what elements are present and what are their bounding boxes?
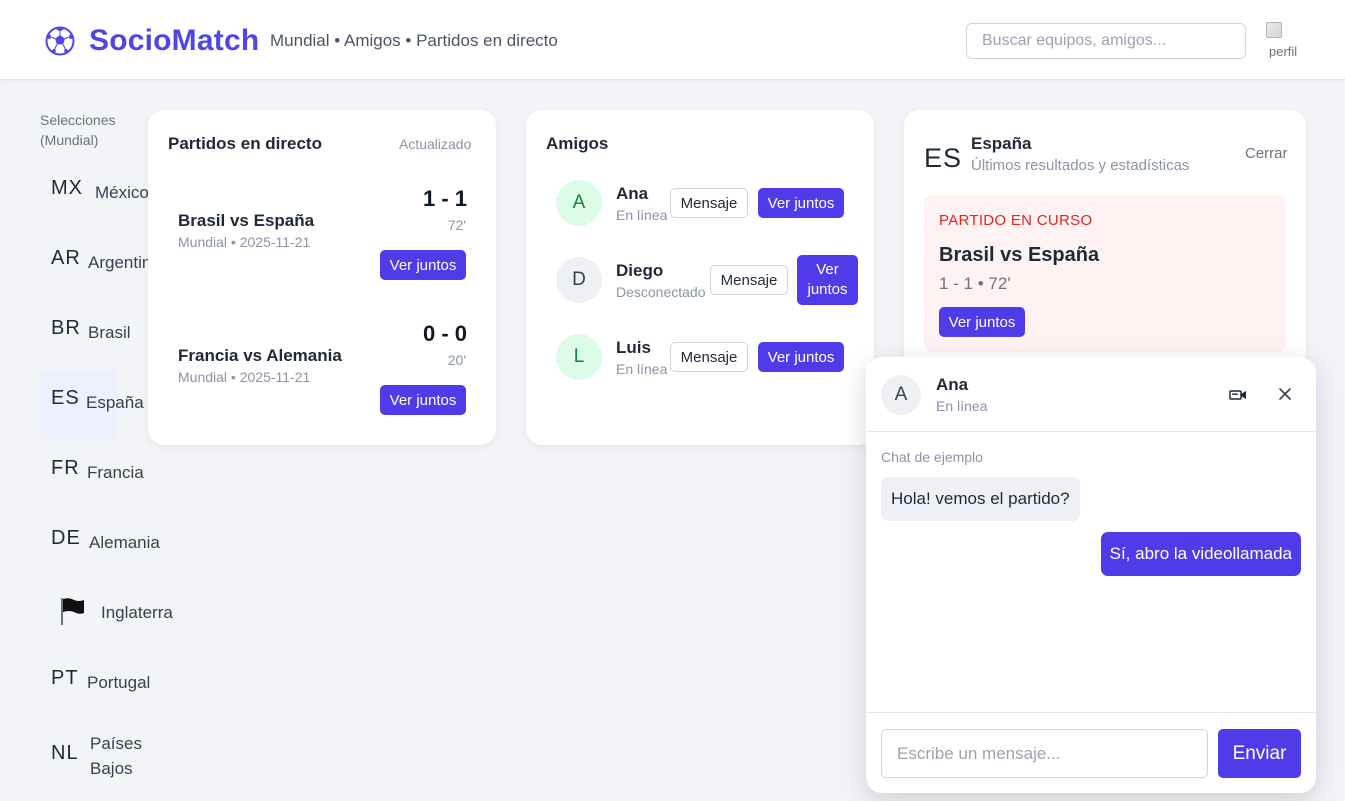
watch-together-button[interactable]: Ver juntos (380, 250, 466, 280)
country-name: España (971, 134, 1032, 153)
match-meta: Mundial • 2025-11-21 (178, 234, 311, 250)
live-matches-title: Partidos en directo (168, 134, 322, 153)
updated-label: Actualizado (399, 136, 472, 152)
video-call-icon[interactable] (1229, 388, 1247, 402)
message-button[interactable]: Mensaje (670, 342, 748, 372)
friend-name[interactable]: Ana (616, 184, 648, 204)
team-name: Portugal (87, 673, 151, 692)
friends-title: Amigos (546, 134, 609, 153)
match-minute: 20' (447, 352, 466, 368)
broken-image-icon (1266, 22, 1282, 38)
team-name: España (86, 393, 144, 412)
black-flag-icon (61, 598, 84, 625)
chat-window: A Ana En línea Chat de ejemplo Hola! vem… (866, 357, 1316, 793)
chat-header: A Ana En línea (866, 357, 1316, 432)
country-subtitle: Últimos resultados y estadísticas (971, 157, 1190, 174)
search-input[interactable] (966, 23, 1246, 59)
watch-together-button[interactable]: Ver juntos (758, 188, 844, 218)
match-teams: Francia vs Alemania (178, 346, 342, 365)
message-bubble-outgoing: Sí, abro la videollamada (1100, 532, 1301, 576)
send-button[interactable]: Enviar (1218, 729, 1301, 778)
match-meta: Mundial • 2025-11-21 (178, 369, 311, 385)
friend-name[interactable]: Luis (616, 338, 651, 358)
watch-together-button[interactable]: Ver juntos (380, 385, 466, 415)
sidebar-title: Selecciones (Mundial) (40, 112, 116, 148)
team-code: PT (51, 667, 79, 689)
team-code: MX (51, 177, 83, 199)
live-matches-card: Partidos en directo Actualizado Brasil v… (148, 110, 496, 445)
sidebar-item-alemania[interactable]: DE Alemania (40, 510, 170, 580)
team-code: DE (51, 527, 81, 549)
team-name: México (95, 183, 149, 202)
message-bubble-incoming: Hola! vemos el partido? (881, 477, 1080, 521)
close-country-button[interactable]: Cerrar (1245, 145, 1288, 162)
team-code: ES (51, 387, 80, 409)
live-match-box: PARTIDO EN CURSO Brasil vs España 1 - 1 … (924, 195, 1286, 352)
sidebar-item-francia[interactable]: FR Francia (40, 440, 170, 510)
chat-contact-name: Ana (936, 375, 969, 394)
message-input[interactable] (881, 729, 1208, 778)
live-label: PARTIDO EN CURSO (939, 212, 1093, 229)
team-name: Brasil (88, 323, 131, 342)
live-match-score: 1 - 1 • 72' (939, 274, 1011, 293)
team-name: Francia (87, 463, 144, 482)
sidebar-item-inglaterra[interactable]: Inglaterra (40, 580, 173, 650)
friend-status: En línea (616, 361, 668, 377)
profile-avatar[interactable]: perfil (1266, 22, 1304, 58)
profile-avatar-alt: perfil (1269, 44, 1298, 58)
message-button[interactable]: Mensaje (710, 265, 788, 295)
sidebar-item-portugal[interactable]: PT Portugal (40, 650, 170, 720)
friend-avatar: L (556, 334, 602, 380)
friend-avatar: A (556, 180, 602, 226)
chat-contact-status: En línea (936, 398, 988, 414)
soccer-ball-icon (45, 26, 75, 56)
friend-status: En línea (616, 207, 668, 223)
team-code: FR (51, 457, 80, 479)
match-score: 0 - 0 (422, 321, 467, 346)
watch-together-button[interactable]: Ver juntos (758, 342, 844, 372)
chat-avatar: A (881, 375, 921, 415)
team-name: Países Bajos (90, 734, 142, 778)
team-code: AR (51, 247, 81, 269)
friends-card: Amigos A Ana En línea Mensaje Ver juntos… (526, 110, 874, 445)
chat-composer: Enviar (866, 712, 1316, 793)
chat-sample-label: Chat de ejemplo (881, 449, 983, 465)
country-code: ES (924, 143, 963, 173)
team-code: BR (51, 317, 81, 339)
team-name: Inglaterra (101, 603, 173, 622)
match-minute: 72' (447, 217, 466, 233)
live-match-teams: Brasil vs España (939, 244, 1100, 266)
friend-name[interactable]: Diego (616, 261, 663, 281)
friend-avatar: D (556, 257, 602, 303)
match-score: 1 - 1 (422, 186, 467, 211)
watch-together-button[interactable]: Ver juntos (939, 307, 1025, 337)
watch-together-button[interactable]: Ver juntos (797, 255, 858, 305)
match-teams: Brasil vs España (178, 211, 315, 230)
team-code: NL (51, 742, 79, 764)
sidebar-item-espana[interactable]: ES España (40, 370, 144, 440)
sidebar-item-paises-bajos[interactable]: NL Países Bajos (40, 725, 170, 795)
message-button[interactable]: Mensaje (670, 188, 748, 218)
friend-status: Desconectado (616, 284, 706, 300)
main-nav[interactable]: Mundial • Amigos • Partidos en directo (270, 31, 558, 51)
team-name: Alemania (89, 533, 160, 552)
close-icon[interactable] (1278, 387, 1292, 401)
top-bar: SocioMatch Mundial • Amigos • Partidos e… (0, 0, 1345, 80)
brand-name[interactable]: SocioMatch (89, 24, 259, 58)
